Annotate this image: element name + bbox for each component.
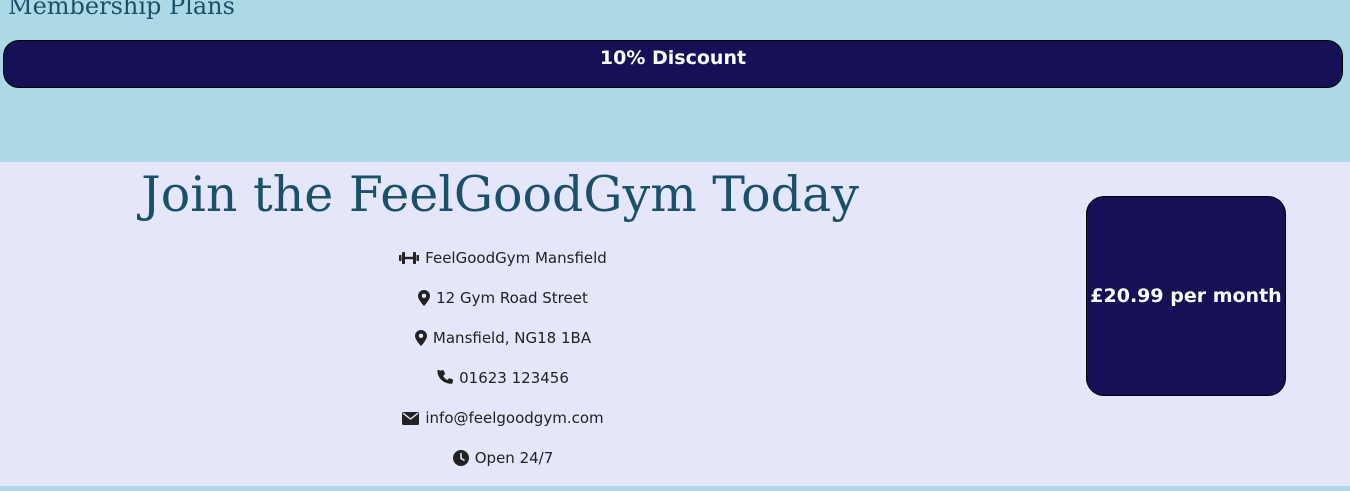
join-title: Join the FeelGoodGym Today	[141, 166, 859, 223]
contact-hours: Open 24/7	[0, 438, 1006, 478]
contact-gym-name: FeelGoodGym Mansfield	[0, 238, 1006, 278]
contact-text: info@feelgoodgym.com	[425, 409, 604, 427]
map-pin-icon	[414, 330, 427, 346]
contact-email: info@feelgoodgym.com	[0, 398, 1006, 438]
discount-banner[interactable]: 10% Discount	[3, 40, 1343, 88]
map-pin-icon	[418, 290, 431, 306]
discount-label: 10% Discount	[599, 47, 747, 69]
contact-text: FeelGoodGym Mansfield	[425, 249, 607, 267]
contact-text: Open 24/7	[474, 449, 554, 467]
dumbbell-icon	[399, 251, 420, 265]
envelope-icon	[402, 411, 420, 425]
contact-list: FeelGoodGym Mansfield 12 Gym Road Street…	[0, 238, 1006, 478]
contact-text: Mansfield, NG18 1BA	[432, 329, 592, 347]
price-label: £20.99 per month	[1090, 285, 1282, 307]
contact-address-street: 12 Gym Road Street	[0, 278, 1006, 318]
contact-text: 01623 123456	[459, 369, 569, 387]
join-section: Join the FeelGoodGym Today FeelGoodGym M…	[0, 162, 1350, 486]
price-card[interactable]: £20.99 per month	[1086, 196, 1286, 396]
footer-strip	[0, 486, 1350, 491]
phone-icon	[437, 370, 454, 386]
contact-phone: 01623 123456	[0, 358, 1006, 398]
clock-icon	[452, 450, 469, 466]
contact-text: 12 Gym Road Street	[436, 289, 588, 307]
contact-address-town: Mansfield, NG18 1BA	[0, 318, 1006, 358]
membership-section: Membership Plans 10% Discount	[0, 0, 1350, 162]
section-title: Membership Plans	[8, 0, 235, 20]
